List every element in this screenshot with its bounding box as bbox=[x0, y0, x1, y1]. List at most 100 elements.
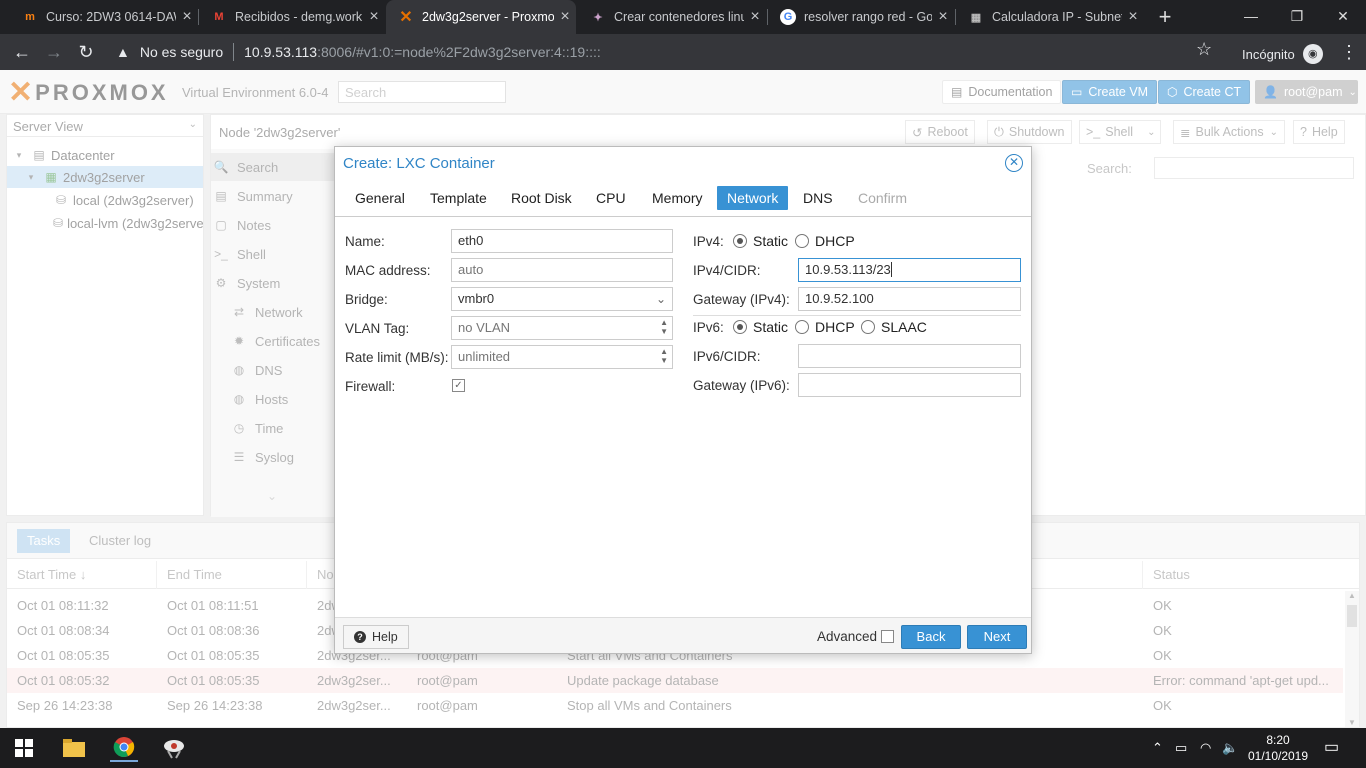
vlan-tag-spinner[interactable]: no VLAN ▲ ▼ bbox=[451, 316, 673, 340]
spinner-arrows-icon[interactable]: ▲ ▼ bbox=[660, 318, 668, 336]
ipv6-cidr-field[interactable] bbox=[798, 344, 1021, 368]
radio-unselected-icon bbox=[795, 320, 809, 334]
restore-icon[interactable]: ❐ bbox=[1274, 0, 1320, 34]
close-tab-icon[interactable]: × bbox=[554, 8, 576, 26]
ipv4-cidr-field[interactable]: 10.9.53.113/23 bbox=[798, 258, 1021, 282]
close-tab-icon[interactable]: × bbox=[744, 8, 766, 26]
vlan-label: VLAN Tag: bbox=[345, 321, 410, 336]
ipv6-label: IPv6: bbox=[693, 320, 724, 335]
firewall-checkbox[interactable]: ✓ bbox=[452, 379, 465, 392]
close-tab-icon[interactable]: × bbox=[363, 8, 385, 26]
calculator-icon: ▦ bbox=[970, 11, 982, 24]
tab-title: Crear contenedores linux bbox=[614, 10, 744, 24]
forward-arrow-icon[interactable]: → bbox=[40, 38, 68, 66]
browser-menu-icon[interactable]: ⋮ bbox=[1340, 42, 1358, 63]
ipv4-cidr-value: 10.9.53.113/23 bbox=[805, 262, 891, 277]
tab-title: Curso: 2DW3 0614-DAW bbox=[46, 10, 176, 24]
incognito-icon: ◉ bbox=[1302, 44, 1323, 64]
browser-tab[interactable]: m Curso: 2DW3 0614-DAW × bbox=[10, 0, 198, 34]
warning-icon: ▲ bbox=[116, 44, 130, 60]
notifications-icon[interactable]: ▭ bbox=[1324, 737, 1339, 757]
tab-title: resolver rango red - Go bbox=[804, 10, 932, 24]
tab-general[interactable]: General bbox=[345, 186, 415, 210]
close-window-icon[interactable]: ✕ bbox=[1320, 0, 1366, 34]
tab-network[interactable]: Network bbox=[717, 186, 789, 210]
ipv6-dhcp-radio[interactable]: DHCP bbox=[795, 319, 855, 335]
ipv4-static-radio[interactable]: Static bbox=[733, 233, 788, 249]
browser-tab[interactable]: M Recibidos - demg.work × bbox=[199, 0, 385, 34]
radio-label: Static bbox=[753, 319, 789, 335]
ipv6-static-radio[interactable]: Static bbox=[733, 319, 788, 335]
tab-memory[interactable]: Memory bbox=[642, 186, 713, 210]
browser-tab-active[interactable]: ✕ 2dw3g2server - Proxmox × bbox=[386, 0, 576, 34]
close-icon[interactable]: ✕ bbox=[1005, 154, 1023, 172]
back-arrow-icon[interactable]: ← bbox=[8, 38, 36, 66]
radio-unselected-icon bbox=[795, 234, 809, 248]
advanced-checkbox[interactable] bbox=[881, 630, 894, 643]
radio-selected-icon bbox=[733, 234, 747, 248]
ipv4-label: IPv4: bbox=[693, 234, 724, 249]
gateway-ipv6-field[interactable] bbox=[798, 373, 1021, 397]
battery-icon[interactable]: ▭ bbox=[1175, 740, 1187, 756]
wifi-icon[interactable]: ◠ bbox=[1200, 740, 1211, 756]
web-icon: ✦ bbox=[593, 11, 603, 24]
reload-icon[interactable]: ↻ bbox=[72, 38, 100, 66]
volume-muted-icon[interactable]: 🔈 bbox=[1222, 740, 1238, 756]
chrome-icon[interactable] bbox=[110, 734, 138, 762]
url-host: 10.9.53.113 bbox=[244, 44, 318, 60]
chevron-up-icon[interactable]: ⌃ bbox=[1152, 740, 1163, 756]
security-warning: No es seguro bbox=[139, 44, 224, 60]
system-clock[interactable]: 8:20 01/10/2019 bbox=[1246, 732, 1310, 764]
tab-dns[interactable]: DNS bbox=[793, 186, 843, 210]
create-lxc-dialog: Create: LXC Container ✕ General Template… bbox=[334, 146, 1032, 654]
incognito-indicator[interactable]: Incógnito ◉ bbox=[1242, 44, 1323, 64]
spinner-arrows-icon[interactable]: ▲ ▼ bbox=[660, 347, 668, 365]
gmail-icon: M bbox=[214, 11, 224, 23]
tab-root-disk[interactable]: Root Disk bbox=[501, 186, 582, 210]
clock-date: 01/10/2019 bbox=[1247, 749, 1309, 763]
google-icon: G bbox=[780, 9, 796, 25]
help-label: Help bbox=[372, 630, 398, 644]
close-tab-icon[interactable]: × bbox=[176, 8, 198, 26]
dialog-tabs: General Template Root Disk CPU Memory Ne… bbox=[335, 181, 1031, 217]
radio-unselected-icon bbox=[861, 320, 875, 334]
back-button[interactable]: Back bbox=[901, 625, 961, 649]
rate-limit-spinner[interactable]: unlimited ▲ ▼ bbox=[451, 345, 673, 369]
close-tab-icon[interactable]: × bbox=[1122, 8, 1144, 26]
gateway-ipv4-field[interactable]: 10.9.52.100 bbox=[798, 287, 1021, 311]
windows-start-icon[interactable] bbox=[10, 734, 38, 762]
address-bar[interactable]: ▲ No es seguro 10.9.53.113 :8006/#v1:0:=… bbox=[110, 37, 1228, 67]
app-icon[interactable] bbox=[160, 734, 188, 762]
incognito-label: Incógnito bbox=[1242, 46, 1295, 62]
url-path: :8006/#v1:0:=node%2F2dw3g2server:4::19::… bbox=[317, 44, 601, 60]
tab-template[interactable]: Template bbox=[420, 186, 497, 210]
mac-address-field[interactable]: auto bbox=[451, 258, 673, 282]
moodle-icon: m bbox=[25, 11, 35, 23]
radio-selected-icon bbox=[733, 320, 747, 334]
new-tab-button[interactable]: + bbox=[1152, 4, 1178, 30]
minimize-icon[interactable]: — bbox=[1228, 0, 1274, 34]
tab-title: Calculadora IP - Subnet bbox=[992, 10, 1122, 24]
bookmark-star-icon[interactable]: ☆ bbox=[1196, 39, 1212, 60]
dialog-help-button[interactable]: ? Help bbox=[343, 625, 409, 649]
ipv6-slaac-radio[interactable]: SLAAC bbox=[861, 319, 927, 335]
browser-tab[interactable]: ▦ Calculadora IP - Subnet × bbox=[956, 0, 1144, 34]
bridge-select[interactable]: vmbr0 ⌄ bbox=[451, 287, 673, 311]
windows-taskbar: ⌃ ▭ ◠ 🔈 8:20 01/10/2019 ▭ bbox=[0, 728, 1366, 768]
browser-tab[interactable]: ✦ Crear contenedores linux × bbox=[578, 0, 766, 34]
next-button[interactable]: Next bbox=[967, 625, 1027, 649]
section-divider bbox=[693, 315, 1021, 316]
text-cursor bbox=[890, 262, 892, 277]
tab-cpu[interactable]: CPU bbox=[586, 186, 636, 210]
vlan-value: no VLAN bbox=[458, 320, 511, 335]
chevron-down-icon[interactable]: ⌄ bbox=[656, 288, 666, 310]
browser-tab[interactable]: G resolver rango red - Go × bbox=[768, 0, 954, 34]
radio-label: DHCP bbox=[815, 319, 855, 335]
tab-confirm: Confirm bbox=[858, 190, 908, 206]
ipv4-dhcp-radio[interactable]: DHCP bbox=[795, 233, 855, 249]
file-explorer-icon[interactable] bbox=[60, 734, 88, 762]
name-field[interactable]: eth0 bbox=[451, 229, 673, 253]
close-tab-icon[interactable]: × bbox=[932, 8, 954, 26]
ipv4-cidr-label: IPv4/CIDR: bbox=[693, 263, 761, 278]
rate-limit-label: Rate limit (MB/s): bbox=[345, 350, 449, 365]
